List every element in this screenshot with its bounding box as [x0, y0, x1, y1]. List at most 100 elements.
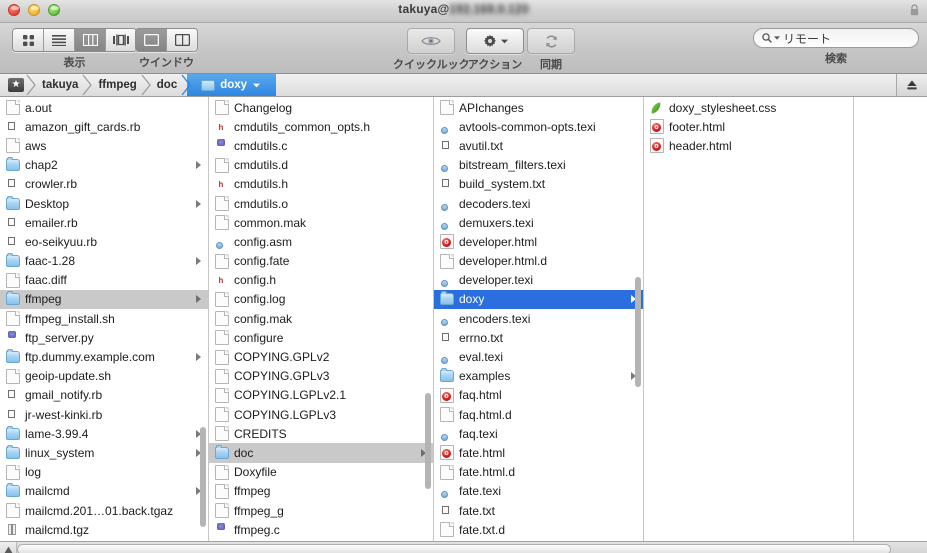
file-row[interactable]: avutil.txt	[434, 136, 643, 155]
action-button[interactable]	[466, 28, 524, 54]
horizontal-scrollbar[interactable]	[0, 541, 927, 553]
folder-row[interactable]: mailcmd	[0, 482, 208, 501]
file-row[interactable]: cmdutils.c	[209, 136, 433, 155]
column-home[interactable]: a.out amazon_gift_cards.rb aws chap2 crowler…	[0, 97, 209, 541]
file-row[interactable]: developer.html	[434, 232, 643, 251]
folder-row[interactable]: Desktop	[0, 194, 208, 213]
file-row[interactable]: amazon_gift_cards.rb	[0, 117, 208, 136]
search-input-value[interactable]: リモート	[783, 30, 831, 47]
file-row[interactable]: geoip-update.sh	[0, 367, 208, 386]
file-row[interactable]: fate.html.d	[434, 463, 643, 482]
column-doxy[interactable]: doxy_stylesheet.css footer.html header.htm…	[644, 97, 854, 541]
file-row[interactable]: COPYING.LGPLv2.1	[209, 386, 433, 405]
breadcrumb-ffmpeg[interactable]: ffmpeg	[88, 74, 151, 96]
file-row[interactable]: ftp_server.py	[0, 328, 208, 347]
file-row[interactable]: config.asm	[209, 232, 433, 251]
file-row[interactable]: h cmdutils.h	[209, 175, 433, 194]
file-row[interactable]: cmdutils.d	[209, 156, 433, 175]
coverflow-view-button[interactable]	[106, 29, 136, 51]
file-row[interactable]: eval.texi	[434, 347, 643, 366]
file-row[interactable]: a.out	[0, 98, 208, 117]
file-row[interactable]: crowler.rb	[0, 175, 208, 194]
folder-row[interactable]: faac-1.28	[0, 252, 208, 271]
breadcrumb-takuya[interactable]: takuya	[32, 74, 93, 96]
file-row[interactable]: ffmpeg_g	[209, 501, 433, 520]
file-row[interactable]: faac.diff	[0, 271, 208, 290]
file-row[interactable]: eo-seikyuu.rb	[0, 232, 208, 251]
file-row[interactable]: h cmdutils_common_opts.h	[209, 117, 433, 136]
file-row[interactable]: fate.html	[434, 443, 643, 462]
file-row[interactable]: header.html	[644, 136, 853, 155]
file-row[interactable]: fate.txt	[434, 501, 643, 520]
file-row[interactable]: aws	[0, 136, 208, 155]
file-row[interactable]: jr-west-kinki.rb	[0, 405, 208, 424]
folder-row[interactable]: chap2	[0, 156, 208, 175]
file-row[interactable]: decoders.texi	[434, 194, 643, 213]
scroll-thumb[interactable]	[17, 544, 891, 553]
list-view-button[interactable]	[44, 29, 75, 51]
file-row[interactable]: cmdutils.o	[209, 194, 433, 213]
search-scope-chevron-icon[interactable]	[774, 36, 780, 40]
file-row[interactable]: mailcmd.tgz	[0, 520, 208, 539]
column-ffmpeg[interactable]: Changelog h cmdutils_common_opts.h cmdutils…	[209, 97, 434, 541]
file-row[interactable]: demuxers.texi	[434, 213, 643, 232]
folder-row[interactable]: doxy	[434, 289, 643, 310]
column-preview[interactable]	[854, 97, 927, 541]
file-row[interactable]: build_system.txt	[434, 175, 643, 194]
file-row[interactable]: doxy_stylesheet.css	[644, 98, 853, 117]
file-row[interactable]: ffmpeg.c	[209, 520, 433, 539]
column-home-scrollbar[interactable]	[200, 427, 206, 527]
single-pane-button[interactable]	[136, 29, 167, 51]
file-row[interactable]: fate.texi	[434, 482, 643, 501]
file-row[interactable]: COPYING.GPLv3	[209, 367, 433, 386]
column-doc[interactable]: APIchanges avtools-common-opts.texi avutil…	[434, 97, 644, 541]
scroll-track[interactable]	[17, 542, 927, 553]
file-row[interactable]: avtools-common-opts.texi	[434, 117, 643, 136]
column-ffmpeg-scrollbar[interactable]	[425, 393, 431, 489]
file-row[interactable]: faq.html.d	[434, 405, 643, 424]
file-row[interactable]: COPYING.GPLv2	[209, 347, 433, 366]
file-row[interactable]: bitstream_filters.texi	[434, 156, 643, 175]
file-row[interactable]: h config.h	[209, 271, 433, 290]
folder-row[interactable]: ffmpeg	[0, 289, 208, 310]
file-row[interactable]: developer.texi	[434, 271, 643, 290]
file-row[interactable]: errno.txt	[434, 328, 643, 347]
folder-row[interactable]: linux_system	[0, 443, 208, 462]
sync-button[interactable]	[527, 28, 575, 54]
column-doc-scrollbar[interactable]	[635, 277, 641, 387]
view-mode-segmented-control[interactable]	[12, 28, 137, 52]
file-row[interactable]: fate.txt.d	[434, 520, 643, 539]
eject-button[interactable]	[896, 74, 927, 96]
file-row[interactable]: mailcmd.201…01.back.tgaz	[0, 501, 208, 520]
file-row[interactable]: emailer.rb	[0, 213, 208, 232]
quicklook-button[interactable]	[407, 28, 456, 54]
file-row[interactable]: faq.texi	[434, 424, 643, 443]
breadcrumb-dropdown-icon[interactable]	[253, 83, 261, 88]
file-row[interactable]: common.mak	[209, 213, 433, 232]
window-mode-segmented-control[interactable]	[135, 28, 198, 52]
search-field[interactable]: リモート	[753, 28, 919, 48]
breadcrumb-favorites[interactable]: ★	[0, 74, 36, 96]
file-row[interactable]: Doxyfile	[209, 463, 433, 482]
file-row[interactable]: CREDITS	[209, 424, 433, 443]
file-row[interactable]: encoders.texi	[434, 309, 643, 328]
dual-pane-button[interactable]	[167, 29, 197, 51]
file-row[interactable]: config.mak	[209, 309, 433, 328]
folder-row[interactable]: ftp.dummy.example.com	[0, 347, 208, 366]
folder-row[interactable]: lame-3.99.4	[0, 424, 208, 443]
scroll-left-button[interactable]	[0, 542, 17, 553]
file-row[interactable]: log	[0, 463, 208, 482]
file-row[interactable]: footer.html	[644, 117, 853, 136]
file-row[interactable]: config.log	[209, 290, 433, 309]
file-row[interactable]: COPYING.LGPLv3	[209, 405, 433, 424]
column-view-button[interactable]	[75, 29, 106, 51]
folder-row[interactable]: doc	[209, 443, 433, 463]
file-row[interactable]: Changelog	[209, 98, 433, 117]
file-row[interactable]: developer.html.d	[434, 252, 643, 271]
file-row[interactable]: config.fate	[209, 252, 433, 271]
file-row[interactable]: ffmpeg_install.sh	[0, 309, 208, 328]
file-row[interactable]: APIchanges	[434, 98, 643, 117]
folder-row[interactable]: examples	[434, 367, 643, 386]
file-row[interactable]: ffmpeg	[209, 482, 433, 501]
icon-view-button[interactable]	[13, 29, 44, 51]
